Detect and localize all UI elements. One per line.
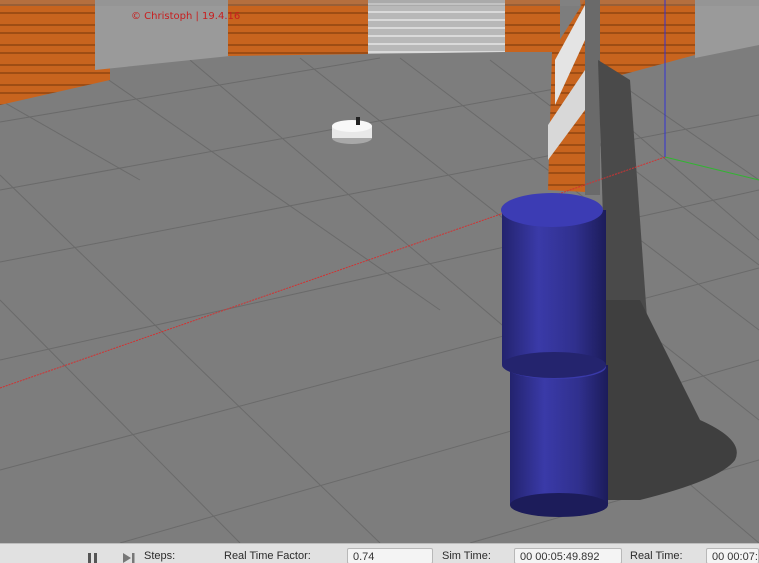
viewport-watermark: © Christoph | 19.4.16 xyxy=(131,11,241,22)
pause-icon xyxy=(88,553,91,563)
pause-button[interactable] xyxy=(86,549,98,563)
step-button[interactable] xyxy=(121,549,137,563)
real-time-factor-value: 0.74 xyxy=(347,548,433,563)
real-time-label: Real Time: xyxy=(630,550,683,562)
world-scene[interactable] xyxy=(0,0,759,543)
steps-label: Steps: xyxy=(144,550,176,562)
sim-time-value: 00 00:05:49.892 xyxy=(514,548,622,563)
gazebo-3d-viewport[interactable]: © Christoph | 19.4.16 xyxy=(0,0,759,543)
sim-time-label: Sim Time: xyxy=(442,550,491,562)
real-time-factor-label: Real Time Factor: xyxy=(224,550,311,562)
step-forward-icon xyxy=(123,553,135,563)
barrel-stack[interactable] xyxy=(501,193,608,517)
time-panel: Steps: Real Time Factor: 0.74 Sim Time: … xyxy=(0,543,759,563)
real-time-value: 00 00:07:4 xyxy=(706,548,759,563)
